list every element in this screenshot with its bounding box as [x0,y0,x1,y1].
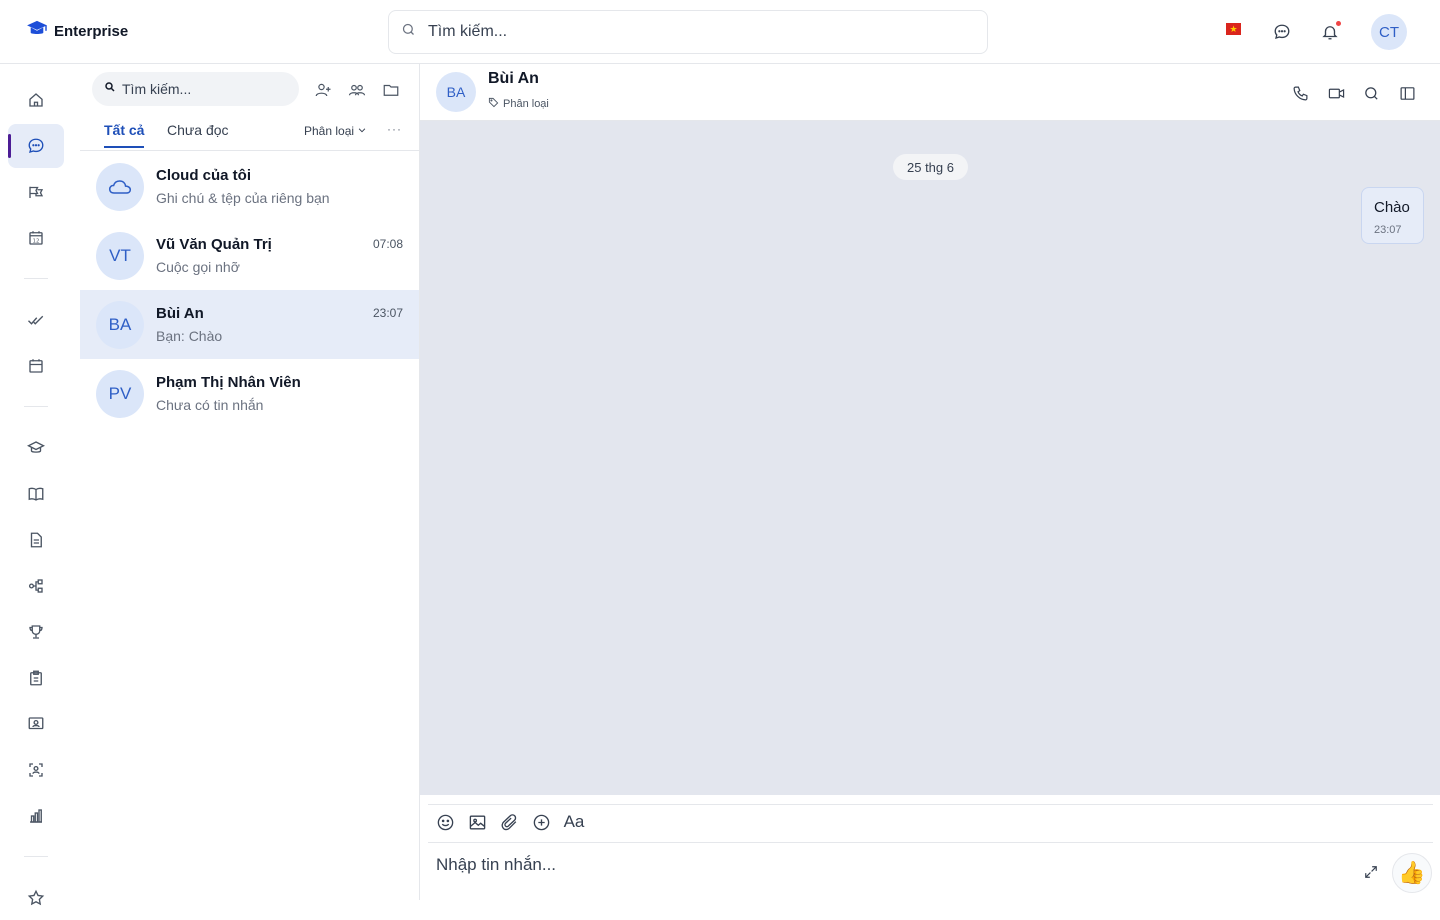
message-input[interactable] [436,855,1336,875]
attachment-icon[interactable] [498,811,520,833]
message-bubble-outgoing[interactable]: Chào 23:07 [1361,187,1424,244]
app-logo[interactable]: Enterprise [26,20,128,42]
user-avatar[interactable]: CT [1371,14,1407,50]
conversation-name: Vũ Văn Quản Trị [156,236,272,253]
tab-unread[interactable]: Chưa đọc [167,122,229,146]
conversation-time: 07:08 [372,237,403,251]
conversation-tabs: Tất cả Chưa đọc Phân loại ··· [80,116,419,151]
phone-icon[interactable] [1289,82,1311,104]
video-call-icon[interactable] [1325,82,1347,104]
image-icon[interactable] [466,811,488,833]
chat-tag[interactable]: Phân loại [488,97,549,111]
chat-title: Bùi An [488,70,539,87]
calendar-12-icon[interactable]: 12 [8,216,64,260]
clipboard-icon[interactable] [8,656,64,700]
announcement-icon[interactable] [8,170,64,214]
avatar: VT [96,232,144,280]
nav-rail: 12 [0,64,80,906]
expand-icon[interactable] [1360,861,1382,883]
add-friend-icon[interactable] [313,80,333,100]
conversation-panel: Tất cả Chưa đọc Phân loại ··· Cloud của … [80,64,420,900]
conversation-search-input[interactable] [122,81,292,97]
search-icon [401,22,416,42]
emoji-icon[interactable] [434,811,456,833]
composer-divider [428,804,1433,805]
rail-divider [24,856,48,857]
document-icon[interactable] [8,518,64,562]
global-search-input[interactable] [428,23,948,41]
home-icon[interactable] [8,78,64,122]
sidebar-toggle-icon[interactable] [1396,82,1418,104]
add-circle-icon[interactable] [530,811,552,833]
face-scan-icon[interactable] [8,748,64,792]
flag-vn-icon[interactable]: ★ [1226,23,1241,35]
chat-tag-label: Phân loại [503,98,549,110]
date-divider: 25 thg 6 [893,154,968,180]
book-icon[interactable] [8,472,64,516]
calendar-icon[interactable] [8,344,64,388]
conversation-item-selected[interactable]: BA Bùi An Bạn: Chào 23:07 [80,290,419,359]
composer-divider [428,842,1433,843]
message-composer: Aa 👍 [420,795,1440,900]
svg-text:12: 12 [33,239,40,245]
message-time: 23:07 [1374,224,1402,236]
chat-avatar[interactable]: BA [436,72,476,112]
conversation-preview: Cuộc gọi nhỡ [156,259,240,275]
conversation-preview: Bạn: Chào [156,328,223,344]
search-icon[interactable] [1360,82,1382,104]
message-text: Chào [1374,199,1410,216]
rail-divider [24,278,48,279]
trophy-icon[interactable] [8,610,64,654]
bar-chart-icon[interactable] [8,794,64,838]
chevron-down-icon [357,124,367,138]
app-title: Enterprise [54,22,129,40]
more-options-button[interactable]: ··· [387,122,402,136]
chat-header: BA Bùi An Phân loại [420,64,1440,121]
flag-star: ★ [1229,23,1238,34]
presentation-icon[interactable] [8,702,64,746]
notification-dot [1336,21,1341,26]
message-area[interactable]: 25 thg 6 Chào 23:07 [420,121,1440,795]
chat-panel: BA Bùi An Phân loại 25 thg 6 Chào 23:07 [420,64,1440,900]
conversation-name: Cloud của tôi [156,167,251,184]
conversation-preview: Chưa có tin nhắn [156,397,264,413]
double-check-icon[interactable] [8,298,64,342]
conversation-preview: Ghi chú & tệp của riêng bạn [156,190,330,206]
rail-divider [24,406,48,407]
conversation-item[interactable]: PV Phạm Thị Nhân Viên Chưa có tin nhắn [80,359,419,428]
star-icon[interactable] [8,876,64,920]
global-search[interactable] [388,10,988,54]
conversation-name: Phạm Thị Nhân Viên [156,374,301,391]
cloud-avatar [96,163,144,211]
text-format-icon[interactable]: Aa [562,811,586,833]
conversation-time: 23:07 [372,306,403,320]
top-bar: Enterprise ★ CT [0,0,1440,64]
tag-icon [488,97,499,111]
avatar: PV [96,370,144,418]
conversation-item-cloud[interactable]: Cloud của tôi Ghi chú & tệp của riêng bạ… [80,152,419,221]
tab-all[interactable]: Tất cả [104,122,145,148]
conversation-name: Bùi An [156,305,204,322]
chat-icon[interactable] [1270,20,1294,44]
graduation-icon[interactable] [8,426,64,470]
conversation-item[interactable]: VT Vũ Văn Quản Trị Cuộc gọi nhỡ 07:08 [80,221,419,290]
category-filter-label: Phân loại [304,124,355,138]
create-group-icon[interactable] [347,80,367,100]
org-chart-icon[interactable] [8,564,64,608]
thumbs-up-button[interactable]: 👍 [1392,853,1432,893]
messages-icon[interactable] [8,124,64,168]
category-filter[interactable]: Phân loại [304,124,367,138]
avatar: BA [96,301,144,349]
graduation-cap-icon [26,20,48,42]
search-icon [104,80,116,98]
folder-icon[interactable] [381,80,401,100]
conversation-search[interactable] [92,72,299,106]
